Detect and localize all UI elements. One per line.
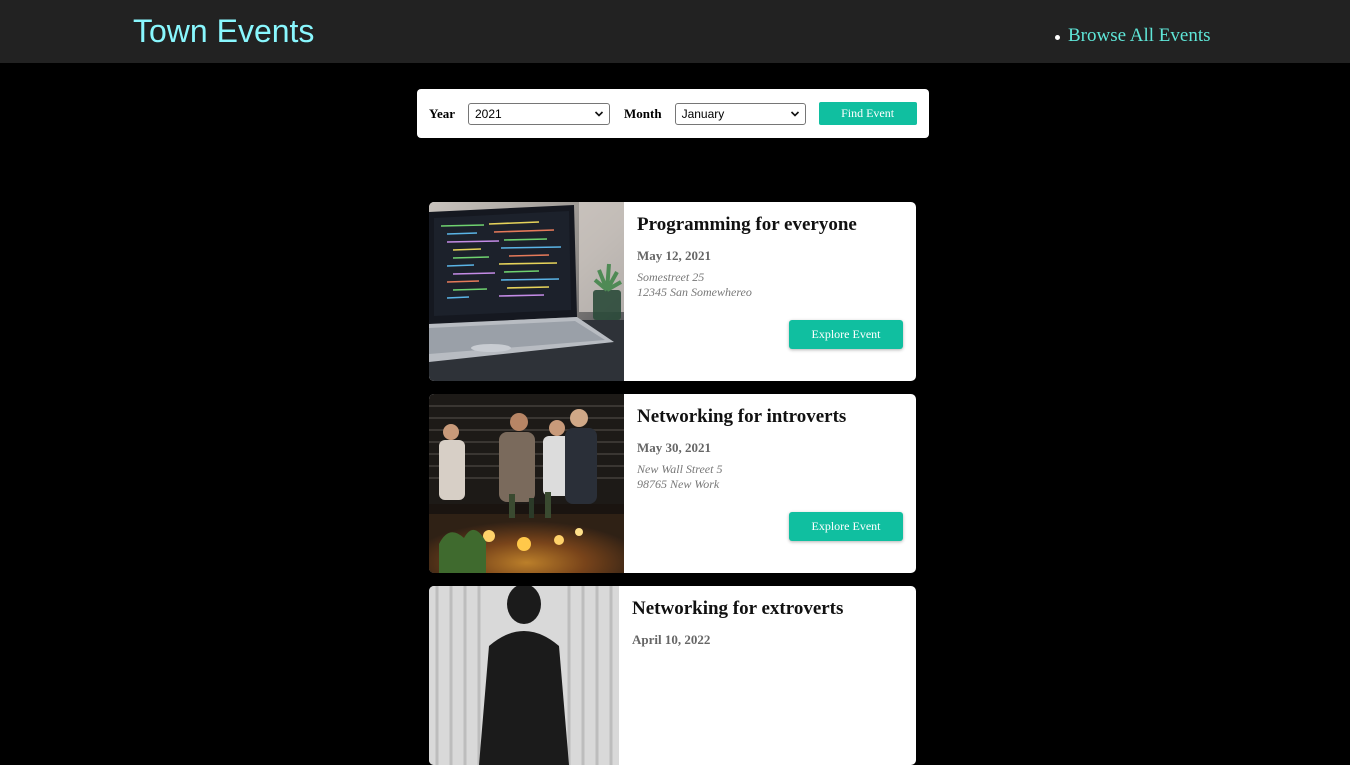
site-header: Town Events Browse All Events: [0, 0, 1350, 63]
year-label: Year: [429, 105, 455, 121]
event-date: May 12, 2021: [637, 248, 712, 263]
chevron-down-icon: [594, 110, 604, 117]
event-address: New Wall Street 5 98765 New Work: [637, 462, 722, 492]
event-image-networking: [429, 394, 624, 573]
year-select[interactable]: 2021: [468, 102, 610, 125]
event-title: Networking for extroverts: [632, 598, 844, 619]
address-line: New Wall Street 5: [637, 462, 723, 476]
browse-all-events-link[interactable]: Browse All Events: [1068, 24, 1211, 48]
chevron-down-icon: [790, 110, 799, 117]
event-date: April 10, 2022: [632, 632, 711, 647]
event-date: May 30, 2021: [637, 440, 712, 455]
month-select-value: January: [681, 106, 725, 121]
event-title: Networking for introverts: [637, 406, 847, 427]
main-nav: Browse All Events: [1055, 24, 1211, 48]
address-line: 98765 New Work: [637, 477, 720, 491]
find-event-button[interactable]: Find Event: [818, 102, 917, 125]
event-image-laptop: [429, 202, 624, 381]
explore-event-button[interactable]: Explore Event: [789, 512, 903, 541]
event-title: Programming for everyone: [637, 214, 857, 235]
nav-item-browse: Browse All Events: [1055, 24, 1211, 48]
event-filter-form: Year 2021 Month January Find Event: [417, 89, 929, 138]
brand-logo-link[interactable]: Town Events: [133, 12, 314, 50]
bullet-icon: [1055, 34, 1060, 40]
address-line: Somestreet 25: [637, 270, 705, 284]
month-select[interactable]: January: [674, 102, 806, 125]
event-address: Somestreet 25 12345 San Somewhereo: [637, 270, 752, 300]
explore-event-button[interactable]: Explore Event: [789, 320, 903, 349]
address-line: 12345 San Somewhereo: [637, 285, 752, 299]
year-select-value: 2021: [475, 106, 502, 121]
event-card: Networking for introverts May 30, 2021 N…: [429, 394, 916, 573]
event-image-silhouette: [429, 586, 619, 765]
event-card: Programming for everyone May 12, 2021 So…: [429, 202, 916, 381]
month-label: Month: [624, 105, 662, 121]
event-card: Networking for extroverts April 10, 2022: [429, 586, 916, 765]
